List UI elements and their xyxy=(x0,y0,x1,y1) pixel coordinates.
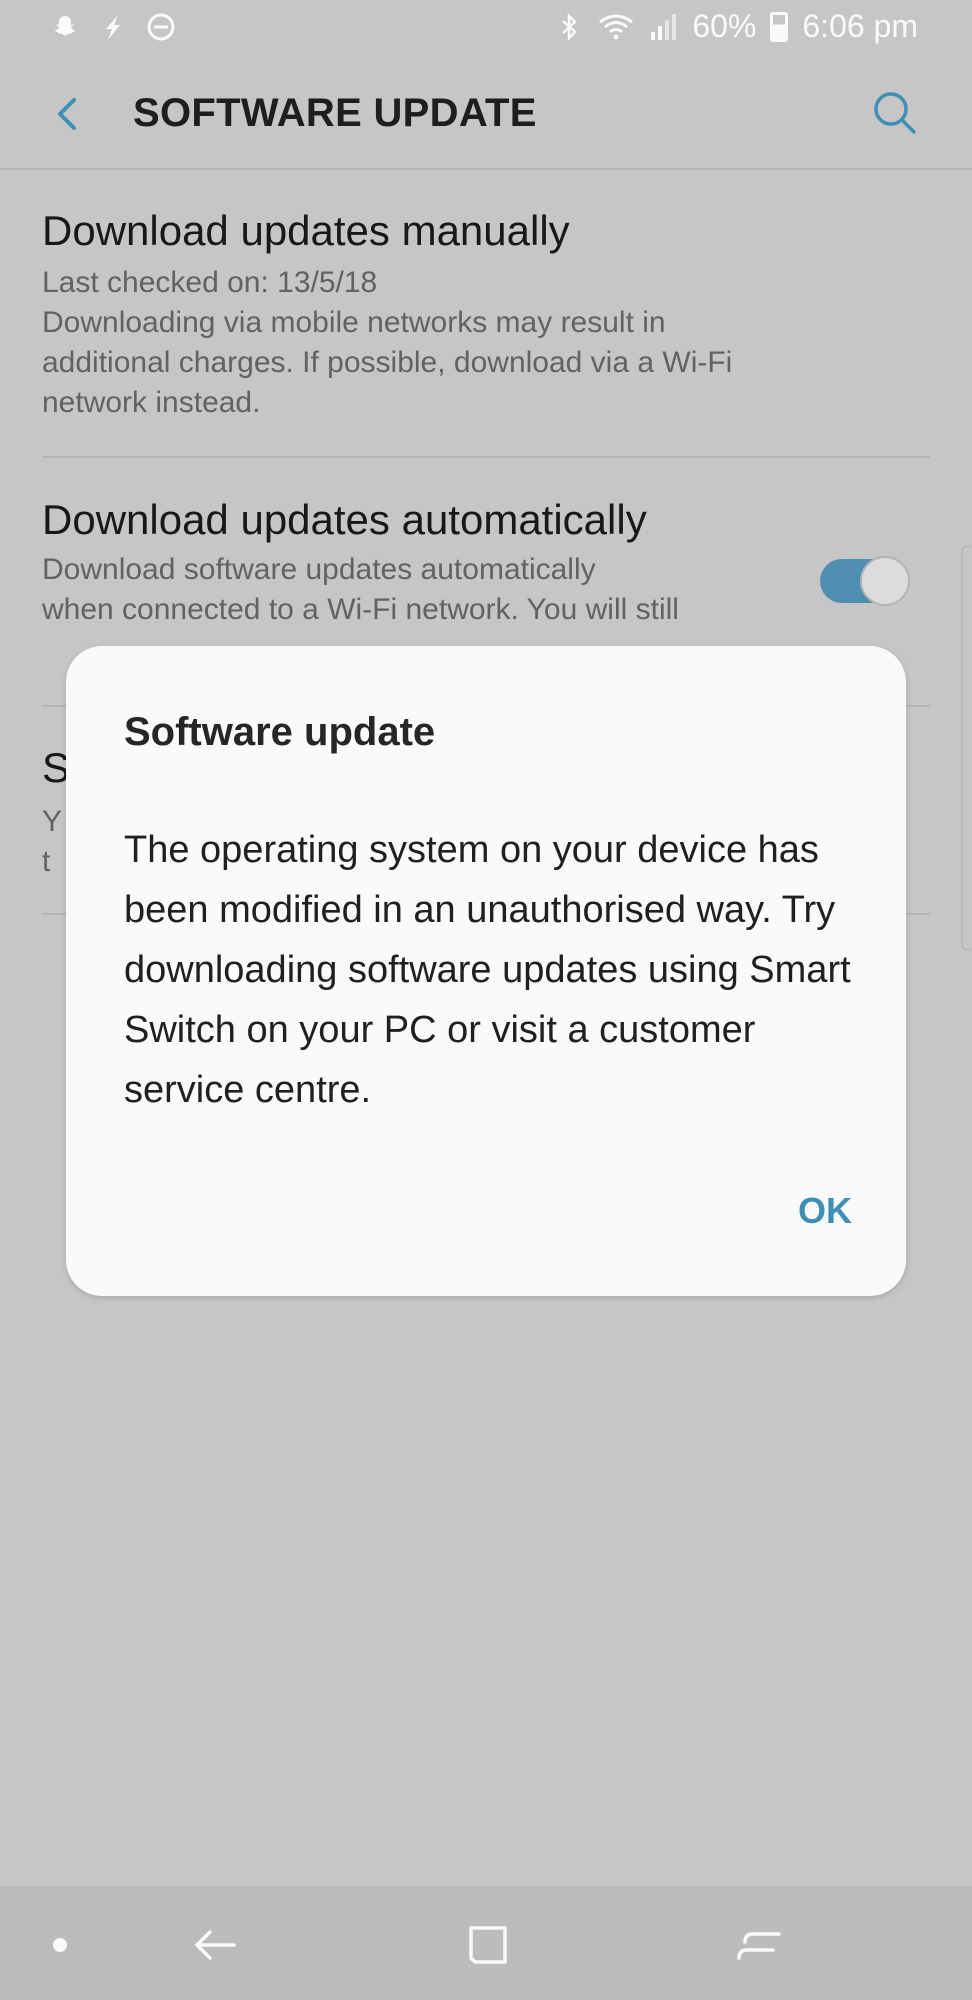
signal-icon xyxy=(651,13,677,40)
battery-percent: 60% xyxy=(692,8,757,44)
navigation-bar xyxy=(0,1886,972,2000)
search-icon[interactable] xyxy=(866,84,924,142)
setting-description-line: network instead. xyxy=(42,386,261,419)
clock: 6:06 pm xyxy=(802,8,918,44)
wifi-icon xyxy=(599,14,634,39)
bluetooth-icon xyxy=(562,12,578,41)
do-not-disturb-icon xyxy=(147,13,175,41)
ok-button[interactable]: OK xyxy=(798,1184,852,1238)
divider xyxy=(42,456,930,458)
setting-description-line: when connected to a Wi-Fi network. You w… xyxy=(42,593,679,626)
status-bar-right: 60% 6:06 pm xyxy=(554,8,918,45)
setting-description-line: additional charges. If possible, downloa… xyxy=(42,346,733,379)
auto-download-toggle[interactable] xyxy=(818,556,910,606)
setting-description-line: Download software updates automatically xyxy=(42,553,596,586)
battery-icon xyxy=(770,11,789,42)
setting-title: Download updates automatically xyxy=(42,496,647,543)
status-bar: 60% 6:06 pm xyxy=(0,0,972,60)
setting-download-manually[interactable]: Download updates manually Last checked o… xyxy=(42,205,930,423)
setting-description-line: Downloading via mobile networks may resu… xyxy=(42,306,666,339)
dot-icon[interactable] xyxy=(53,1938,67,1952)
app-bar: SOFTWARE UPDATE xyxy=(0,60,972,170)
dialog-message: The operating system on your device has … xyxy=(124,829,851,1111)
back-arrow-icon[interactable] xyxy=(40,86,96,142)
toggle-knob xyxy=(860,556,910,606)
home-icon[interactable] xyxy=(463,1920,513,1970)
page-title: SOFTWARE UPDATE xyxy=(133,91,537,135)
flash-icon xyxy=(106,15,120,40)
dialog-title: Software update xyxy=(124,710,436,754)
setting-title: Download updates manually xyxy=(42,207,570,254)
scroll-indicator[interactable] xyxy=(961,545,972,951)
status-bar-left xyxy=(50,12,176,42)
setting-download-automatically[interactable]: Download updates automatically Download … xyxy=(42,494,930,630)
snapchat-icon xyxy=(55,16,75,36)
back-icon[interactable] xyxy=(190,1920,240,1970)
software-update-dialog: Software update The operating system on … xyxy=(66,646,906,1296)
last-checked-text: Last checked on: 13/5/18 xyxy=(42,266,378,299)
recents-icon[interactable] xyxy=(733,1920,785,1970)
